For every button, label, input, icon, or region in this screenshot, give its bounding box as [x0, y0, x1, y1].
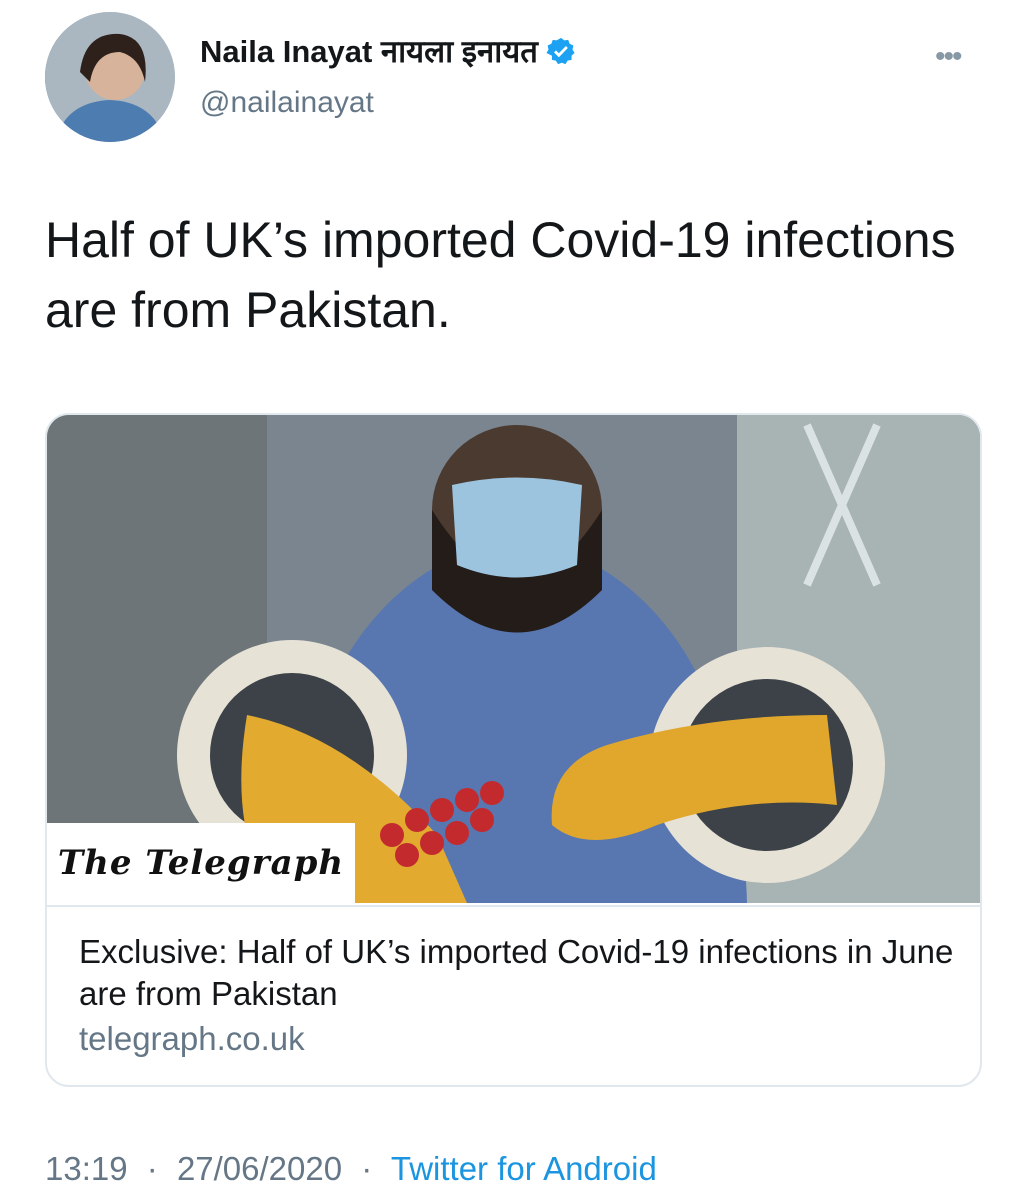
avatar[interactable]: [45, 12, 175, 142]
tweet-text: Half of UK’s imported Covid-19 infection…: [45, 212, 956, 338]
tweet-time[interactable]: 13:19: [45, 1150, 128, 1187]
meta-separator: ·: [361, 1150, 373, 1187]
tweet-date[interactable]: 27/06/2020: [177, 1150, 342, 1187]
link-card[interactable]: The Telegraph Exclusive: Half of UK’s im…: [45, 413, 982, 1087]
more-options-icon[interactable]: •••: [935, 40, 962, 74]
tweet-source[interactable]: Twitter for Android: [391, 1150, 657, 1187]
display-name[interactable]: Naila Inayat नायला इनायत: [200, 30, 538, 72]
verified-badge-icon: [546, 36, 576, 66]
user-name-row[interactable]: Naila Inayat नायला इनायत: [200, 30, 576, 72]
card-title[interactable]: Exclusive: Half of UK’s imported Covid-1…: [79, 931, 959, 1015]
card-image[interactable]: The Telegraph: [47, 415, 980, 903]
telegraph-logo: The Telegraph: [47, 823, 355, 903]
user-handle[interactable]: @nailainayat: [200, 86, 374, 120]
tweet-meta: 13:19 · 27/06/2020 · Twitter for Android: [45, 1150, 657, 1188]
meta-separator: ·: [146, 1150, 158, 1187]
card-body[interactable]: Exclusive: Half of UK’s imported Covid-1…: [47, 905, 980, 1085]
card-domain[interactable]: telegraph.co.uk: [79, 1020, 305, 1058]
avatar-image: [45, 12, 175, 142]
